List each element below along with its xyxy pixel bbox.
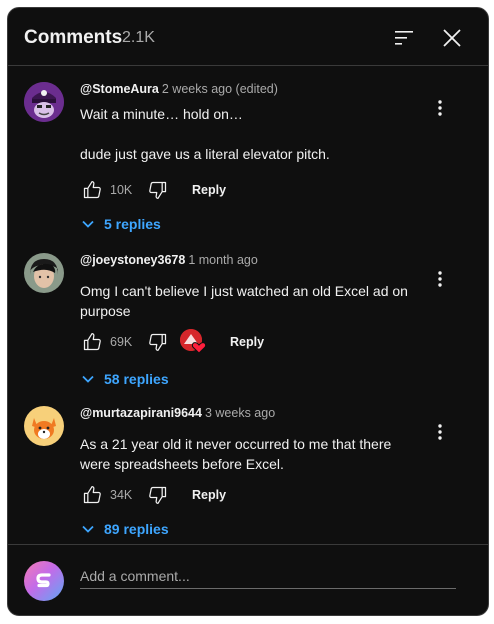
comment-text: Wait a minute… hold on… dude just gave u…: [80, 106, 330, 162]
like-count: 34K: [110, 488, 133, 502]
comment-time[interactable]: 1 month ago: [188, 253, 258, 267]
thumb-up-icon: [83, 181, 101, 199]
comments-panel: Comments 2.1K @StomeAura 2 weeks ago (ed…: [7, 7, 489, 616]
thumb-down-icon: [149, 333, 167, 351]
chevron-down-icon: [82, 375, 94, 383]
comment-time[interactable]: 2 weeks ago (edited): [162, 82, 278, 96]
like-count: 10K: [110, 183, 133, 197]
avatar[interactable]: [24, 253, 64, 293]
comments-header: Comments 2.1K: [8, 8, 488, 66]
dislike-button[interactable]: [146, 483, 170, 507]
comments-count: 2.1K: [122, 29, 155, 46]
comment-more-button[interactable]: [428, 96, 452, 120]
like-button[interactable]: [80, 483, 104, 507]
add-comment-bar: [8, 544, 488, 615]
close-icon: [443, 29, 461, 47]
comment-more-button[interactable]: [428, 420, 452, 444]
avatar[interactable]: [24, 406, 64, 446]
more-vert-icon: [438, 424, 442, 440]
comment-text: Omg I can't believe I just watched an ol…: [80, 283, 408, 319]
replies-toggle[interactable]: 5 replies: [80, 212, 161, 236]
replies-label: 89 replies: [104, 521, 169, 537]
replies-label: 58 replies: [104, 371, 169, 387]
more-vert-icon: [438, 100, 442, 116]
comment-text: As a 21 year old it never occurred to me…: [80, 436, 392, 472]
more-vert-icon: [438, 271, 442, 287]
comment-actions: 34K Reply: [80, 483, 226, 507]
dislike-button[interactable]: [146, 178, 170, 202]
thumb-down-icon: [149, 181, 167, 199]
dislike-button[interactable]: [146, 330, 170, 354]
replies-toggle[interactable]: 58 replies: [80, 367, 169, 391]
replies-toggle[interactable]: 89 replies: [80, 517, 169, 541]
comment-more-button[interactable]: [428, 267, 452, 291]
add-comment-input[interactable]: [80, 563, 456, 589]
sort-icon: [395, 31, 413, 45]
replies-label: 5 replies: [104, 216, 161, 232]
chevron-down-icon: [82, 525, 94, 533]
comment-author[interactable]: @StomeAura: [80, 82, 159, 96]
comment-author[interactable]: @joeystoney3678: [80, 253, 185, 267]
comment-actions: 10K Reply: [80, 178, 226, 202]
chevron-down-icon: [82, 220, 94, 228]
reply-button[interactable]: Reply: [192, 488, 226, 502]
thumb-up-icon: [83, 333, 101, 351]
avatar[interactable]: [24, 82, 64, 122]
creator-heart-badge[interactable]: [180, 329, 207, 355]
reply-button[interactable]: Reply: [230, 335, 264, 349]
comment-actions: 69K Reply: [80, 329, 264, 355]
comment-time[interactable]: 3 weeks ago: [205, 406, 275, 420]
heart-icon: [191, 342, 207, 354]
sort-button[interactable]: [388, 22, 420, 54]
close-button[interactable]: [436, 22, 468, 54]
like-button[interactable]: [80, 178, 104, 202]
thumb-down-icon: [149, 486, 167, 504]
comments-title: Comments: [24, 27, 123, 48]
thumb-up-icon: [83, 486, 101, 504]
my-avatar[interactable]: [24, 561, 64, 601]
comment-author[interactable]: @murtazapirani9644: [80, 406, 202, 420]
reply-button[interactable]: Reply: [192, 183, 226, 197]
like-button[interactable]: [80, 330, 104, 354]
like-count: 69K: [110, 335, 133, 349]
